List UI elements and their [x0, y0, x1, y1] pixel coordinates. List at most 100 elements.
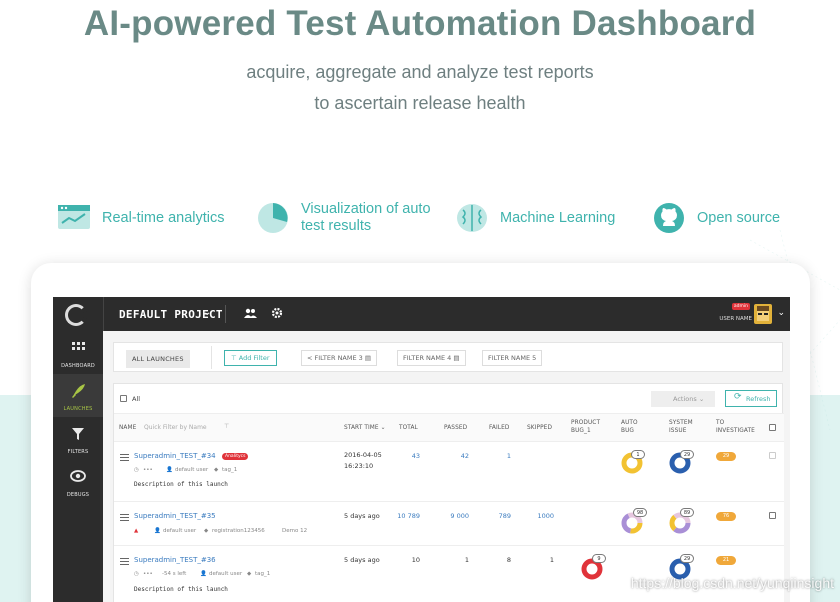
skipped-count[interactable]: 1 — [524, 556, 554, 564]
gear-icon[interactable] — [271, 307, 283, 319]
feature-realtime-analytics: Real-time analytics — [56, 198, 225, 238]
refresh-button[interactable]: Refresh — [725, 390, 777, 407]
launch-description: Description of this launch — [134, 481, 228, 488]
users-icon[interactable] — [243, 308, 257, 318]
user-icon: 👤 — [200, 571, 207, 577]
feature-visualization: Visualization of auto test results — [255, 198, 431, 238]
quick-filter-input[interactable]: Quick Filter by Name — [144, 424, 207, 431]
start-time: 5 days ago — [344, 512, 380, 520]
filter-bar: ALL LAUNCHES ⊤ Add Filter < FILTER NAME … — [113, 342, 783, 372]
to-investigate-badge[interactable]: 29 — [716, 452, 736, 461]
watermark: https://blog.csdn.net/yunqiinsight — [630, 575, 834, 591]
col-passed[interactable]: PASSED — [444, 424, 467, 432]
launch-attribute[interactable]: tag_1 — [222, 467, 237, 473]
start-time: 5 days ago — [344, 556, 380, 564]
user-name[interactable]: USER NAME — [719, 316, 752, 322]
divider — [211, 346, 212, 369]
table-row[interactable]: Superadmin_TEST_#36 ◷ ••• -54 s left 👤 d… — [114, 546, 784, 602]
select-all-checkbox[interactable] — [120, 395, 127, 402]
sidebar: DASHBOARD LAUNCHES FILTERS DEBUGS — [53, 331, 103, 602]
sidebar-item-dashboard[interactable]: DASHBOARD — [53, 331, 103, 374]
start-date: 2016-04-05 — [344, 451, 382, 459]
launch-owner[interactable]: default user — [209, 571, 242, 577]
row-checkbox[interactable] — [769, 452, 776, 459]
launch-attribute[interactable]: tag_1 — [255, 571, 270, 577]
passed-count[interactable]: 1 — [439, 556, 469, 564]
sidebar-item-filters[interactable]: FILTERS — [53, 417, 103, 460]
launch-attribute[interactable]: registration123456 — [212, 528, 265, 534]
failed-count[interactable]: 789 — [481, 512, 511, 520]
failed-count[interactable]: 1 — [481, 452, 511, 460]
time-left: -54 s left — [162, 571, 187, 577]
user-icon: 👤 — [166, 467, 173, 473]
auto-bug-count[interactable]: 1 — [631, 450, 645, 459]
total-count[interactable]: 10 — [390, 556, 420, 564]
filter-tab-3[interactable]: < FILTER NAME 3 ▤ — [301, 350, 378, 366]
feature-label: Real-time analytics — [102, 209, 225, 226]
col-skipped[interactable]: SKIPPED — [527, 424, 552, 432]
table-row[interactable]: Superadmin_TEST_#34 Analitycs ◷ ••• 👤 de… — [114, 442, 784, 502]
filter-tab-4[interactable]: FILTER NAME 4 ▤ — [397, 350, 466, 366]
sidebar-item-launches[interactable]: LAUNCHES — [53, 374, 103, 417]
col-name[interactable]: NAME — [119, 424, 136, 432]
system-issue-count[interactable]: 29 — [680, 554, 694, 563]
feature-machine-learning: Machine Learning — [454, 198, 615, 238]
filter-icon[interactable]: ⊤ — [224, 423, 229, 430]
launch-name-link[interactable]: Superadmin_TEST_#36 — [134, 556, 216, 564]
col-auto-bug[interactable]: AUTO BUG — [621, 419, 638, 435]
actions-dropdown[interactable]: Actions ⌄ — [651, 391, 715, 407]
skipped-count[interactable]: 1000 — [524, 512, 554, 520]
system-issue-count[interactable]: 29 — [680, 450, 694, 459]
failed-count[interactable]: 8 — [481, 556, 511, 564]
header-checkbox[interactable] — [769, 424, 776, 431]
funnel-icon — [72, 428, 84, 440]
menu-icon[interactable] — [120, 454, 129, 461]
grid-icon — [72, 342, 85, 350]
launch-description: Description of this launch — [134, 586, 228, 593]
to-investigate-badge[interactable]: 76 — [716, 512, 736, 521]
launch-tag[interactable]: Analitycs — [222, 453, 249, 460]
to-investigate-badge[interactable]: 21 — [716, 556, 736, 565]
feature-label: Open source — [697, 209, 781, 226]
system-issue-count[interactable]: 89 — [680, 508, 694, 517]
all-launches-tab[interactable]: ALL LAUNCHES — [126, 350, 190, 368]
toolbar: All Actions ⌄ Refresh ⟳ — [114, 384, 784, 414]
passed-count[interactable]: 42 — [439, 452, 469, 460]
launch-owner[interactable]: default user — [175, 467, 208, 473]
avatar[interactable] — [754, 304, 772, 324]
filter-tab-5[interactable]: FILTER NAME 5 — [482, 350, 543, 366]
share-icon: < — [307, 354, 313, 362]
add-filter-button[interactable]: ⊤ Add Filter — [224, 350, 277, 366]
menu-icon[interactable] — [120, 514, 129, 521]
col-failed[interactable]: FAILED — [489, 424, 509, 432]
launch-dots: ••• — [143, 467, 153, 473]
col-start-time[interactable]: START TIME ⌄ — [344, 424, 386, 432]
table-header: NAME Quick Filter by Name ⊤ START TIME ⌄… — [114, 414, 784, 442]
auto-bug-count[interactable]: 98 — [633, 508, 647, 517]
launch-owner[interactable]: default user — [163, 528, 196, 534]
launch-name-link[interactable]: Superadmin_TEST_#35 — [134, 512, 216, 520]
comment-icon: ▤ — [364, 354, 372, 362]
total-count[interactable]: 43 — [390, 452, 420, 460]
select-all-label: All — [132, 395, 141, 403]
col-to-investigate[interactable]: TO INVESTIGATE — [716, 419, 755, 435]
feature-label: Visualization of auto test results — [301, 201, 431, 234]
chevron-down-icon[interactable]: ⌄ — [777, 308, 785, 318]
total-count[interactable]: 10 789 — [390, 512, 420, 520]
feature-open-source: Open source — [651, 198, 780, 238]
logo-icon[interactable] — [65, 304, 87, 326]
passed-count[interactable]: 9 000 — [439, 512, 469, 520]
chevron-down-icon[interactable]: ⌄ — [203, 307, 211, 318]
sidebar-item-debugs[interactable]: DEBUGS — [53, 460, 103, 503]
row-checkbox[interactable] — [769, 512, 776, 519]
comment-icon: ▤ — [453, 354, 460, 362]
product-bug-count[interactable]: 9 — [592, 554, 606, 563]
menu-icon[interactable] — [120, 558, 129, 565]
col-product-bug[interactable]: PRODUCT BUG_1 — [571, 419, 600, 435]
chevron-down-icon: ⌄ — [698, 395, 705, 403]
launch-name-link[interactable]: Superadmin_TEST_#34 — [134, 452, 216, 460]
launch-attribute[interactable]: Demo 12 — [282, 528, 307, 534]
col-total[interactable]: TOTAL — [399, 424, 418, 432]
col-system-issue[interactable]: SYSTEM ISSUE — [669, 419, 693, 435]
table-row[interactable]: Superadmin_TEST_#35 ▲ 👤 default user ◆ r… — [114, 502, 784, 546]
